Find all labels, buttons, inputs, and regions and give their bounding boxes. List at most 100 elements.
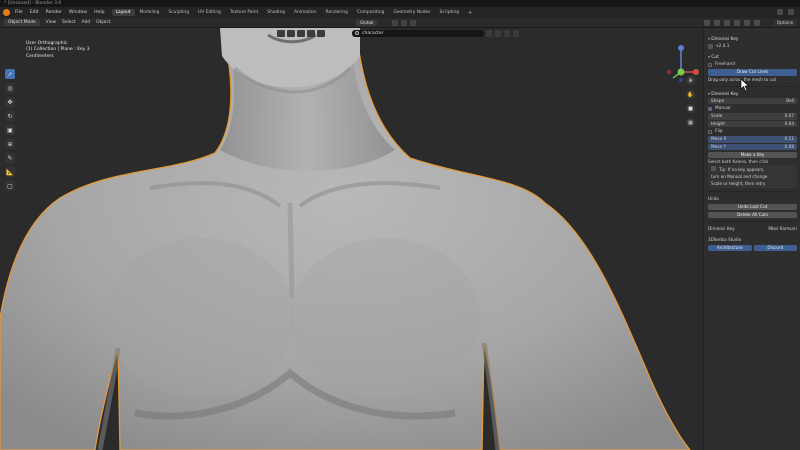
freehand-checkbox[interactable] [708, 62, 712, 67]
expand-icon[interactable] [513, 30, 519, 37]
proportional-edit-icon[interactable] [410, 20, 416, 26]
tab-texture-paint[interactable]: Texture Paint [226, 9, 262, 16]
manual-row[interactable]: Manual [708, 106, 797, 113]
snap-icon[interactable] [401, 20, 407, 26]
sort-icon[interactable] [495, 30, 501, 37]
tab-animation[interactable]: Animation [290, 9, 320, 16]
transform-tool-icon[interactable]: ⊕ [5, 139, 15, 149]
visibility-icon[interactable] [704, 20, 710, 26]
credit-row: Dimensi Key Mkel Kamsari [708, 226, 797, 233]
tab-sculpting[interactable]: Sculpting [164, 9, 193, 16]
freehand-label: Freehand [715, 62, 735, 68]
tip-box: Tip: If no key appears, turn on Manual a… [708, 165, 797, 189]
scale-label: Scale [711, 113, 723, 119]
navigation-gizmo[interactable] [665, 42, 701, 82]
divider [708, 221, 797, 223]
overlay-icon[interactable] [724, 20, 730, 26]
shading-icons [704, 20, 760, 26]
dimension-section[interactable]: Dimensi Key [708, 91, 797, 97]
grid-icon[interactable]: ▦ [686, 118, 695, 127]
navigation-buttons: ⊕ ✋ ■ ▦ [686, 76, 695, 127]
discord-button[interactable]: Discord [753, 244, 797, 252]
options-button[interactable]: Options [773, 20, 796, 26]
tab-scripting[interactable]: Scripting [435, 9, 463, 16]
tab-geometry-nodes[interactable]: Geometry Nodes [389, 9, 434, 16]
left-toolbar: ➚ ◎ ✥ ↻ ▣ ⊕ ✎ 📐 ▢ [5, 69, 17, 191]
tool-mode-icon[interactable] [287, 30, 295, 37]
move-y-field[interactable]: Move Y 0.08 [708, 143, 797, 151]
pivot-icon[interactable] [392, 20, 398, 26]
flip-row[interactable]: Flip [708, 129, 797, 136]
menu-window[interactable]: Window [69, 10, 87, 15]
undo-last-cut-button[interactable]: Undo Last Cut [708, 203, 797, 211]
tab-layout[interactable]: Layout [111, 9, 135, 16]
scale-field[interactable]: Scale 0.07 [708, 113, 797, 120]
credit-right: Mkel Kamsari [768, 226, 797, 232]
gizmo-icon[interactable] [714, 20, 720, 26]
architecture-button[interactable]: Architecture [708, 244, 752, 252]
divider [708, 85, 797, 87]
shading-solid-icon[interactable] [744, 20, 750, 26]
search-input[interactable]: character [352, 30, 484, 37]
zoom-icon[interactable]: ⊕ [686, 76, 695, 85]
topbar-right-icons [777, 9, 794, 15]
menu-view[interactable]: View [46, 20, 56, 25]
xray-icon[interactable] [734, 20, 740, 26]
height-value: 0.04 [784, 120, 794, 126]
move-x-value: 0.11 [784, 136, 794, 142]
tab-modeling[interactable]: Modeling [136, 9, 164, 16]
tab-rendering[interactable]: Rendering [321, 9, 351, 16]
tab-shading[interactable]: Shading [263, 9, 289, 16]
manual-label: Manual [715, 106, 731, 112]
funnel-icon[interactable] [504, 30, 510, 37]
3d-viewport[interactable]: character User Orthographic (1) Collecti… [0, 28, 703, 450]
shading-material-icon[interactable] [754, 20, 760, 26]
add-workspace-button[interactable]: + [468, 10, 472, 16]
tip-line-1: Tip: If no key appears, [711, 166, 794, 173]
move-x-field[interactable]: Move X 0.11 [708, 136, 797, 143]
filter-icon[interactable] [486, 30, 492, 37]
menu-edit[interactable]: Edit [30, 10, 39, 15]
view-layer-icon[interactable] [788, 9, 794, 15]
cut-section[interactable]: Cut [708, 54, 797, 60]
delete-all-cuts-button[interactable]: Delete All Cuts [708, 211, 797, 219]
select-tool-icon[interactable]: ➚ [5, 69, 15, 79]
manual-checkbox[interactable] [708, 106, 712, 111]
search-icon [355, 31, 359, 35]
measure-tool-icon[interactable]: 📐 [5, 167, 15, 177]
credit-left: Dimensi Key [708, 226, 735, 232]
add-cube-tool-icon[interactable]: ▢ [5, 181, 15, 191]
rotate-tool-icon[interactable]: ↻ [5, 111, 15, 121]
search-text: character [362, 31, 384, 36]
move-tool-icon[interactable]: ✥ [5, 97, 15, 107]
mode-selector[interactable]: Object Mode [4, 19, 40, 26]
menu-select[interactable]: Select [62, 20, 76, 25]
height-field[interactable]: Height 0.04 [708, 120, 797, 128]
menu-add[interactable]: Add [82, 20, 91, 25]
viewport-info: User Orthographic (1) Collection | Plane… [26, 41, 90, 60]
blender-logo-icon[interactable] [3, 9, 10, 16]
annotate-tool-icon[interactable]: ✎ [5, 153, 15, 163]
menu-object[interactable]: Object [96, 20, 110, 25]
flip-checkbox[interactable] [708, 129, 712, 134]
studio-label: 3DSerbia Studio [708, 236, 742, 242]
menu-help[interactable]: Help [94, 10, 104, 15]
scene-icon[interactable] [777, 9, 783, 15]
freehand-row[interactable]: Freehand [708, 61, 797, 68]
pan-hand-icon[interactable]: ✋ [686, 90, 695, 99]
cursor-tool-icon[interactable]: ◎ [5, 83, 15, 93]
version-row: v2.4.1 [708, 43, 797, 50]
tool-setting-icon[interactable] [277, 30, 285, 37]
transform-orientation-selector[interactable]: Global [356, 20, 378, 26]
tool-option-icon[interactable] [297, 30, 305, 37]
tab-compositing[interactable]: Compositing [353, 9, 389, 16]
menu-file[interactable]: File [15, 10, 23, 15]
tab-uv-editing[interactable]: UV Editing [194, 9, 225, 16]
camera-icon[interactable]: ■ [686, 104, 695, 113]
menu-render[interactable]: Render [46, 10, 62, 15]
tool-more-icon[interactable] [317, 30, 325, 37]
shape-selector[interactable]: Shape Bell [708, 97, 797, 105]
tool-extra-icon[interactable] [307, 30, 315, 37]
scale-tool-icon[interactable]: ▣ [5, 125, 15, 135]
torso-model [0, 28, 703, 450]
